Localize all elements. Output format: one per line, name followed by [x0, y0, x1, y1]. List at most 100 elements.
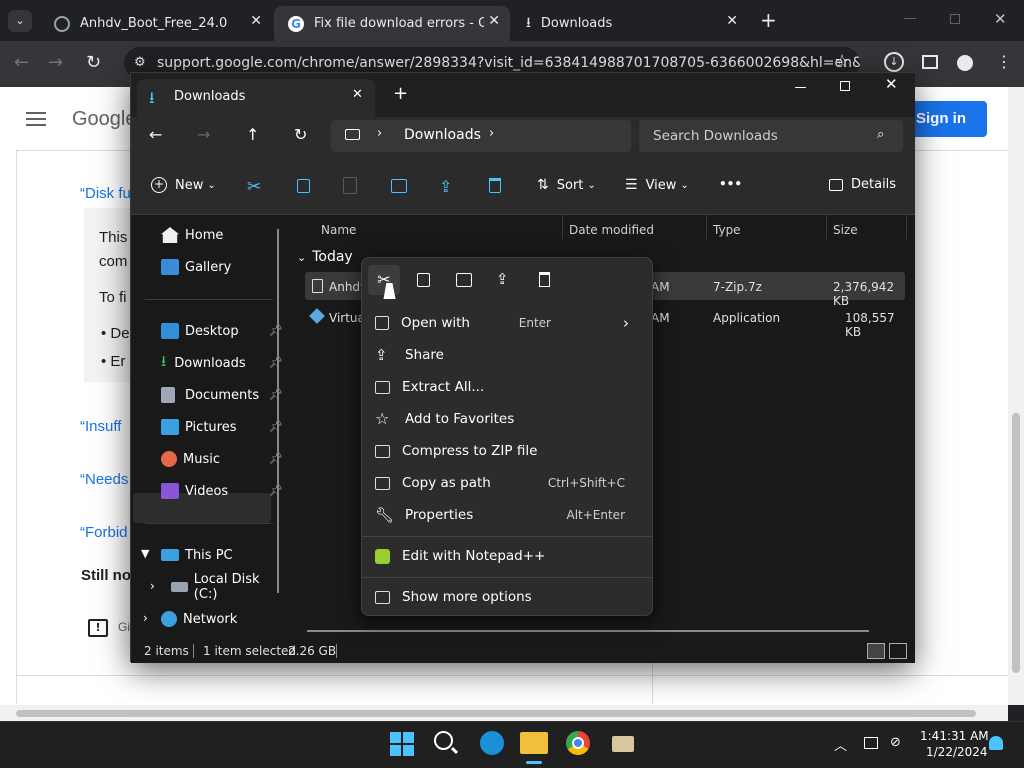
show-hidden-icons[interactable]: ︿: [834, 735, 847, 754]
horizontal-scrollbar[interactable]: [0, 705, 1008, 721]
back-icon[interactable]: ←: [14, 52, 29, 73]
chevron-down-icon[interactable]: ▼: [141, 547, 149, 560]
breadcrumb-downloads[interactable]: Downloads: [404, 127, 481, 143]
reload-icon[interactable]: ↻: [86, 52, 101, 73]
close-window-icon[interactable]: ✕: [885, 75, 898, 93]
column-header-date[interactable]: Date modified: [569, 223, 654, 237]
new-tab-button[interactable]: +: [393, 83, 408, 104]
rename-icon[interactable]: [456, 273, 472, 287]
refresh-icon[interactable]: ↻: [294, 125, 307, 144]
paste-icon[interactable]: [343, 177, 357, 194]
page-link-needs[interactable]: “Needs: [80, 471, 128, 488]
chrome-tab-fix-download[interactable]: G Fix file download errors - Goog ✕: [274, 6, 510, 41]
hamburger-menu-icon[interactable]: [26, 112, 46, 126]
forward-icon[interactable]: →: [48, 52, 63, 73]
share-icon[interactable]: ⇪: [496, 270, 509, 288]
forward-icon[interactable]: →: [197, 125, 210, 144]
clock-date[interactable]: 1/22/2024: [926, 745, 988, 759]
sidebar-item-documents[interactable]: Documents 📌︎: [161, 381, 283, 409]
sidebar-item-music[interactable]: Music 📌︎: [161, 445, 283, 473]
menu-item-properties[interactable]: 🔧︎ Properties Alt+Enter: [373, 500, 641, 530]
rename-icon[interactable]: [391, 179, 407, 193]
cut-icon[interactable]: ✂: [247, 177, 261, 197]
sidebar-item-home[interactable]: Home: [161, 221, 271, 249]
maximize-icon[interactable]: [950, 14, 960, 24]
chevron-right-icon[interactable]: ›: [150, 579, 155, 593]
menu-item-add-to-favorites[interactable]: ☆ Add to Favorites: [373, 404, 641, 434]
copy-icon[interactable]: [297, 179, 310, 193]
sort-button[interactable]: ⇅ Sort ⌄: [537, 177, 596, 193]
menu-item-open-with[interactable]: Open with Enter ›: [373, 308, 641, 338]
sidebar-item-desktop[interactable]: Desktop 📌︎: [161, 317, 283, 345]
minimize-icon[interactable]: [904, 18, 916, 19]
new-button[interactable]: + New ⌄: [151, 177, 216, 193]
chrome-menu-icon[interactable]: ⋮: [996, 52, 1012, 71]
menu-item-share[interactable]: ⇪ Share: [373, 340, 641, 370]
tiles-view-icon[interactable]: [889, 643, 907, 659]
sidebar-item-this-pc[interactable]: This PC: [161, 541, 271, 569]
tab-search-button[interactable]: ⌄: [8, 10, 32, 32]
close-window-icon[interactable]: ✕: [994, 10, 1007, 28]
search-box[interactable]: Search Downloads ⌕: [639, 120, 903, 152]
page-link-forbidden[interactable]: “Forbid: [80, 524, 128, 541]
share-icon[interactable]: ⇪: [439, 177, 452, 196]
menu-item-extract-all[interactable]: Extract All...: [373, 372, 641, 402]
clock-time[interactable]: 1:41:31 AM: [920, 729, 989, 743]
vertical-scrollbar[interactable]: [1008, 87, 1024, 705]
search-input[interactable]: Search Downloads: [653, 128, 778, 144]
explorer-tab-downloads[interactable]: ⭳ Downloads ✕: [137, 79, 375, 117]
feedback-icon[interactable]: !: [88, 619, 108, 637]
volume-tray-icon[interactable]: ⊘: [890, 735, 901, 750]
chrome-taskbar-icon[interactable]: [566, 731, 590, 755]
view-button[interactable]: ☰ View ⌄: [625, 177, 689, 193]
column-header-type[interactable]: Type: [713, 223, 741, 237]
sidebar-item-network[interactable]: Network: [161, 605, 271, 633]
new-tab-button[interactable]: +: [760, 8, 777, 32]
close-tab-icon[interactable]: ✕: [250, 13, 262, 29]
delete-icon[interactable]: [489, 178, 501, 193]
edge-beta-icon[interactable]: [480, 731, 504, 755]
menu-item-compress-zip[interactable]: Compress to ZIP file: [373, 436, 641, 466]
column-header-name[interactable]: Name: [321, 223, 356, 237]
delete-icon[interactable]: [539, 272, 550, 287]
copy-icon[interactable]: [417, 273, 430, 287]
details-view-icon[interactable]: [867, 643, 885, 659]
sidebar-item-pictures[interactable]: Pictures 📌︎: [161, 413, 283, 441]
close-tab-icon[interactable]: ✕: [726, 13, 738, 29]
menu-item-edit-notepad[interactable]: Edit with Notepad++: [373, 541, 641, 571]
sidebar-item-videos[interactable]: Videos 📌︎: [161, 477, 283, 505]
horizontal-scrollbar[interactable]: [307, 630, 869, 632]
profile-icon[interactable]: [957, 55, 973, 71]
app-taskbar-icon[interactable]: [612, 736, 634, 752]
chrome-tab-downloads[interactable]: ⭳ Downloads ✕: [512, 6, 748, 41]
up-icon[interactable]: ↑: [246, 125, 259, 144]
group-header-today[interactable]: ⌄ Today: [297, 249, 353, 265]
search-icon[interactable]: [434, 731, 453, 750]
sidebar-item-local-disk[interactable]: Local Disk (C:): [171, 572, 281, 602]
chrome-tab-anhdv[interactable]: Anhdv_Boot_Free_24.0 ✕: [40, 6, 272, 41]
minimize-icon[interactable]: [795, 87, 806, 88]
chevron-right-icon[interactable]: ›: [489, 126, 494, 141]
start-button[interactable]: [390, 732, 414, 756]
network-tray-icon[interactable]: [864, 737, 878, 749]
address-bar[interactable]: › Downloads ›: [331, 120, 631, 152]
page-link-insufficient[interactable]: “Insuff: [80, 418, 121, 435]
file-explorer-taskbar-icon[interactable]: [520, 732, 548, 754]
sidebar-item-downloads[interactable]: ⭳ Downloads 📌︎: [161, 349, 283, 377]
menu-item-copy-as-path[interactable]: Copy as path Ctrl+Shift+C: [373, 468, 641, 498]
sidebar-item-gallery[interactable]: Gallery: [161, 253, 271, 281]
page-link-disk[interactable]: “Disk fu: [80, 185, 131, 202]
notification-bell-icon[interactable]: [989, 736, 1003, 750]
bookmark-star-icon[interactable]: ☆: [834, 51, 850, 72]
maximize-icon[interactable]: [840, 81, 850, 91]
menu-item-show-more-options[interactable]: Show more options: [373, 582, 641, 612]
downloads-toolbar-icon[interactable]: ↓: [884, 52, 904, 72]
sidebar-scrollbar[interactable]: [277, 229, 279, 593]
close-tab-icon[interactable]: ✕: [488, 13, 500, 29]
close-tab-icon[interactable]: ✕: [352, 87, 363, 102]
file-name[interactable]: Virtua: [329, 311, 365, 325]
details-button[interactable]: Details: [829, 177, 896, 192]
sign-in-button[interactable]: Sign in: [912, 101, 987, 137]
more-options-icon[interactable]: •••: [719, 177, 742, 191]
back-icon[interactable]: ←: [149, 125, 162, 144]
